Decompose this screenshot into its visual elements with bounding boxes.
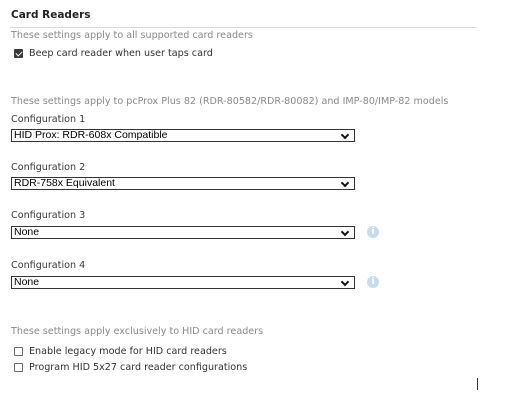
configuration-4-value: None <box>14 276 40 288</box>
beep-checkbox-label: Beep card reader when user taps card <box>29 48 213 59</box>
hid-note: These settings apply exclusively to HID … <box>11 326 264 337</box>
configuration-2-value: RDR-758x Equivalent <box>14 177 115 189</box>
configuration-1-select[interactable]: HID Prox: RDR-608x Compatible <box>11 129 355 142</box>
beep-checkbox-row[interactable]: Beep card reader when user taps card <box>14 48 213 59</box>
legacy-checkbox[interactable] <box>14 347 23 356</box>
configuration-1-value: HID Prox: RDR-608x Compatible <box>14 129 168 141</box>
configuration-3-value: None <box>14 226 40 238</box>
configuration-4-label: Configuration 4 <box>11 260 86 271</box>
all-readers-note: These settings apply to all supported ca… <box>11 30 253 41</box>
configuration-4-select[interactable]: None <box>11 276 355 289</box>
configuration-3-select[interactable]: None <box>11 226 355 239</box>
legacy-checkbox-row[interactable]: Enable legacy mode for HID card readers <box>14 346 227 357</box>
program-checkbox[interactable] <box>14 363 23 372</box>
configuration-2-select[interactable]: RDR-758x Equivalent <box>11 177 355 190</box>
program-checkbox-row[interactable]: Program HID 5x27 card reader configurati… <box>14 362 247 373</box>
configuration-1-label: Configuration 1 <box>11 114 86 125</box>
configuration-2-label: Configuration 2 <box>11 162 86 173</box>
info-icon[interactable]: i <box>367 226 379 238</box>
configuration-3-label: Configuration 3 <box>11 210 86 221</box>
text-cursor <box>477 378 478 390</box>
pcprox-note: These settings apply to pcProx Plus 82 (… <box>11 96 449 107</box>
program-checkbox-label: Program HID 5x27 card reader configurati… <box>29 362 248 373</box>
legacy-checkbox-label: Enable legacy mode for HID card readers <box>29 346 227 357</box>
beep-checkbox[interactable] <box>14 49 23 58</box>
title-divider <box>10 27 477 28</box>
card-readers-title: Card Readers <box>11 9 91 21</box>
info-icon[interactable]: i <box>367 276 379 288</box>
